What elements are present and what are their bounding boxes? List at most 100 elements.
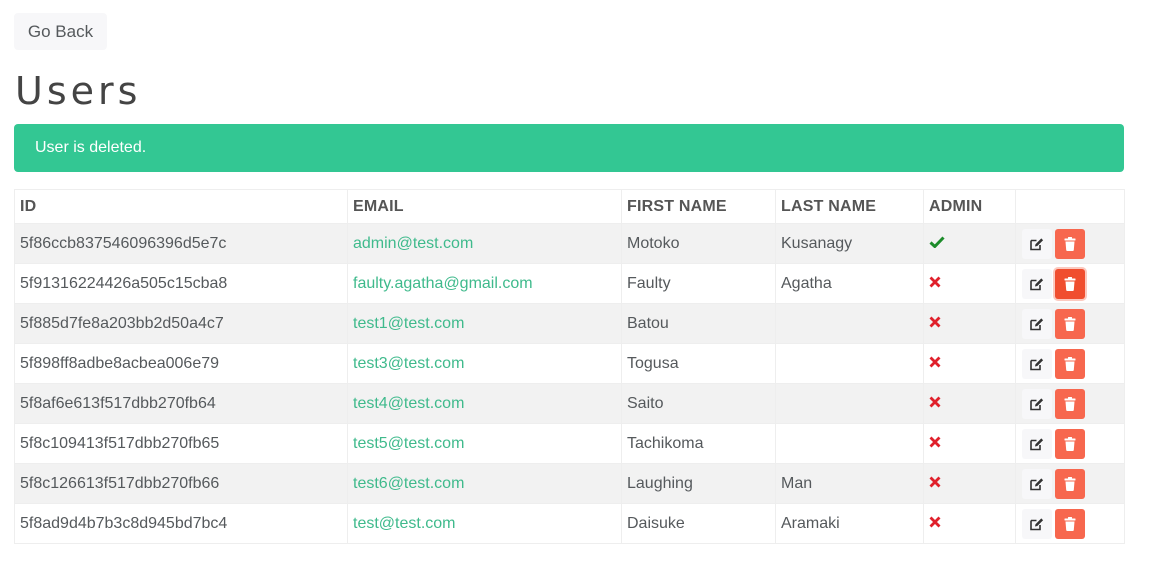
edit-user-button[interactable] (1022, 308, 1052, 339)
times-icon (929, 475, 941, 492)
edit-user-button[interactable] (1022, 468, 1052, 499)
user-last-name-cell: Aramaki (775, 503, 924, 544)
user-last-name-cell: Agatha (775, 263, 924, 304)
users-table: ID EMAIL FIRST NAME LAST NAME ADMIN 5f86… (14, 189, 1125, 544)
user-last-name-cell: Kusanagy (775, 223, 924, 264)
user-email-cell: test5@test.com (347, 423, 622, 464)
user-id-cell: 5f8af6e613f517dbb270fb64 (14, 383, 348, 424)
delete-user-button[interactable] (1055, 348, 1085, 379)
user-admin-cell (923, 223, 1016, 264)
delete-user-button[interactable] (1055, 428, 1085, 459)
user-actions-cell (1015, 343, 1125, 384)
user-actions-cell (1015, 303, 1125, 344)
user-actions-cell (1015, 423, 1125, 464)
user-admin-cell (923, 343, 1016, 384)
user-admin-cell (923, 383, 1016, 424)
go-back-button[interactable]: Go Back (14, 13, 107, 50)
column-header-id: ID (14, 189, 348, 224)
edit-user-button[interactable] (1022, 348, 1052, 379)
user-id-cell: 5f86ccb837546096396d5e7c (14, 223, 348, 264)
user-last-name-cell (775, 343, 924, 384)
check-icon (929, 235, 945, 252)
user-id-cell: 5f8c109413f517dbb270fb65 (14, 423, 348, 464)
user-first-name-cell: Laughing (621, 463, 776, 504)
user-id-cell: 5f8ad9d4b7b3c8d945bd7bc4 (14, 503, 348, 544)
edit-user-button[interactable] (1022, 388, 1052, 419)
delete-user-button[interactable] (1055, 228, 1085, 259)
user-email-link[interactable]: test4@test.com (353, 395, 464, 412)
user-email-link[interactable]: test1@test.com (353, 315, 464, 332)
page: Go Back Users User is deleted. ID EMAIL … (0, 0, 1158, 584)
times-icon (929, 515, 941, 532)
user-email-cell: test3@test.com (347, 343, 622, 384)
user-first-name-cell: Daisuke (621, 503, 776, 544)
user-email-link[interactable]: faulty.agatha@gmail.com (353, 275, 533, 292)
edit-user-button[interactable] (1022, 268, 1052, 299)
user-last-name-cell: Man (775, 463, 924, 504)
column-header-email: EMAIL (347, 189, 622, 224)
user-first-name-cell: Motoko (621, 223, 776, 264)
delete-user-button[interactable] (1055, 388, 1085, 419)
table-header-row: ID EMAIL FIRST NAME LAST NAME ADMIN (14, 189, 1125, 224)
table-row: 5f91316224426a505c15cba8 faulty.agatha@gm… (14, 263, 1125, 304)
user-id-cell: 5f885d7fe8a203bb2d50a4c7 (14, 303, 348, 344)
user-id-cell: 5f91316224426a505c15cba8 (14, 263, 348, 304)
user-email-link[interactable]: test6@test.com (353, 475, 464, 492)
page-title: Users (15, 69, 142, 113)
user-email-link[interactable]: admin@test.com (353, 235, 473, 252)
users-table-body: 5f86ccb837546096396d5e7c admin@test.com Mo… (14, 223, 1125, 544)
user-email-cell: test4@test.com (347, 383, 622, 424)
user-email-cell: test6@test.com (347, 463, 622, 504)
user-actions-cell (1015, 503, 1125, 544)
times-icon (929, 275, 941, 292)
user-actions-cell (1015, 223, 1125, 264)
user-admin-cell (923, 463, 1016, 504)
times-icon (929, 435, 941, 452)
times-icon (929, 395, 941, 412)
user-last-name-cell (775, 383, 924, 424)
delete-user-button[interactable] (1055, 468, 1085, 499)
user-email-cell: admin@test.com (347, 223, 622, 264)
user-email-link[interactable]: test5@test.com (353, 435, 464, 452)
user-admin-cell (923, 503, 1016, 544)
user-admin-cell (923, 263, 1016, 304)
user-actions-cell (1015, 263, 1125, 304)
table-row: 5f898ff8adbe8acbea006e79 test3@test.com To… (14, 343, 1125, 384)
user-first-name-cell: Saito (621, 383, 776, 424)
delete-user-button[interactable] (1055, 508, 1085, 539)
user-last-name-cell (775, 303, 924, 344)
user-first-name-cell: Faulty (621, 263, 776, 304)
user-id-cell: 5f8c126613f517dbb270fb66 (14, 463, 348, 504)
user-actions-cell (1015, 383, 1125, 424)
table-row: 5f8c109413f517dbb270fb65 test5@test.com Ta… (14, 423, 1125, 464)
column-header-last-name: LAST NAME (775, 189, 924, 224)
column-header-actions (1015, 189, 1125, 224)
times-icon (929, 355, 941, 372)
user-actions-cell (1015, 463, 1125, 504)
user-email-cell: faulty.agatha@gmail.com (347, 263, 622, 304)
edit-user-button[interactable] (1022, 228, 1052, 259)
table-row: 5f8c126613f517dbb270fb66 test6@test.com La… (14, 463, 1125, 504)
table-row: 5f8af6e613f517dbb270fb64 test4@test.com Sa… (14, 383, 1125, 424)
column-header-first-name: FIRST NAME (621, 189, 776, 224)
user-email-link[interactable]: test3@test.com (353, 355, 464, 372)
user-first-name-cell: Batou (621, 303, 776, 344)
user-id-cell: 5f898ff8adbe8acbea006e79 (14, 343, 348, 384)
edit-user-button[interactable] (1022, 428, 1052, 459)
user-first-name-cell: Tachikoma (621, 423, 776, 464)
user-email-link[interactable]: test@test.com (353, 515, 456, 532)
user-email-cell: test@test.com (347, 503, 622, 544)
user-admin-cell (923, 423, 1016, 464)
user-last-name-cell (775, 423, 924, 464)
user-admin-cell (923, 303, 1016, 344)
user-first-name-cell: Togusa (621, 343, 776, 384)
table-row: 5f86ccb837546096396d5e7c admin@test.com Mo… (14, 223, 1125, 264)
column-header-admin: ADMIN (923, 189, 1016, 224)
edit-user-button[interactable] (1022, 508, 1052, 539)
times-icon (929, 315, 941, 332)
user-email-cell: test1@test.com (347, 303, 622, 344)
delete-user-button[interactable] (1055, 308, 1085, 339)
delete-user-button[interactable] (1055, 268, 1085, 299)
success-alert: User is deleted. (14, 124, 1124, 172)
table-row: 5f8ad9d4b7b3c8d945bd7bc4 test@test.com Dai… (14, 503, 1125, 544)
